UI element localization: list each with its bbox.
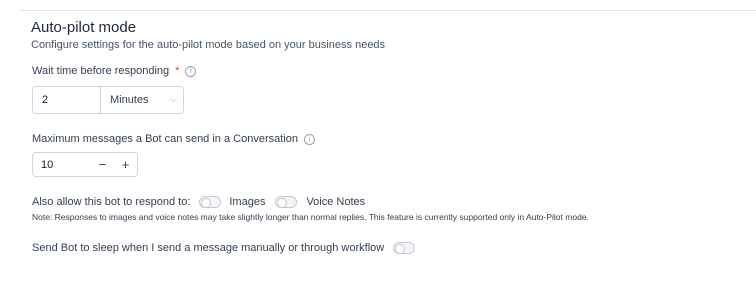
wait-time-label: Wait time before responding [32,65,170,77]
section-subtitle: Configure settings for the auto-pilot mo… [31,39,386,51]
wait-time-unit-value: Minutes [110,94,149,106]
voice-notes-toggle[interactable] [275,196,298,208]
max-messages-value[interactable]: 10 [33,159,91,171]
section-divider [20,10,756,11]
wait-time-unit-select[interactable]: Minutes ⌵ [101,87,183,113]
wait-time-label-row: Wait time before responding * i [32,65,197,77]
respond-to-label: Also allow this bot to respond to: [32,196,191,208]
toggle-knob [201,198,212,208]
respond-to-note: Note: Responses to images and voice note… [32,212,589,222]
max-messages-label-row: Maximum messages a Bot can send in a Con… [32,133,315,145]
max-messages-stepper: 10 − + [32,152,138,177]
sleep-toggle[interactable] [393,242,416,254]
respond-to-row: Also allow this bot to respond to: Image… [32,196,365,208]
decrement-button[interactable]: − [91,157,114,172]
increment-button[interactable]: + [114,157,137,172]
sleep-label: Send Bot to sleep when I send a message … [32,242,385,254]
chevron-down-icon: ⌵ [170,95,177,105]
images-toggle-label: Images [229,196,266,208]
required-asterisk: * [175,65,180,77]
toggle-knob [395,244,406,254]
wait-time-input[interactable]: 2 [33,87,101,113]
voice-notes-toggle-label: Voice Notes [306,196,366,208]
max-messages-label: Maximum messages a Bot can send in a Con… [32,133,298,145]
toggle-knob [277,198,288,208]
sleep-row: Send Bot to sleep when I send a message … [32,242,416,254]
info-icon[interactable]: i [185,65,197,77]
info-icon[interactable]: i [303,133,315,145]
section-title: Auto-pilot mode [31,19,137,36]
wait-time-control: 2 Minutes ⌵ [32,86,184,114]
images-toggle[interactable] [199,196,222,208]
